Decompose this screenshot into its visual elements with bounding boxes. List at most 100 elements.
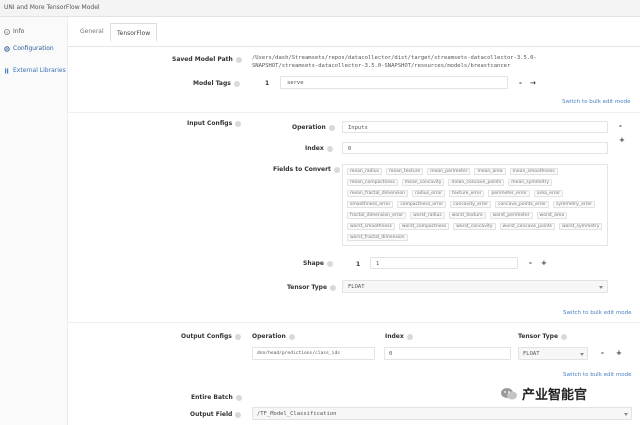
saved-model-path-line2[interactable]: SNAPSHOT/streamsets-datacollector-3.5.0-… — [252, 63, 510, 69]
add-output-config-button[interactable]: + — [616, 349, 622, 357]
sidebar-item-label: Info — [13, 28, 25, 35]
help-icon — [235, 394, 242, 401]
output-operation-header-text: Operation — [252, 333, 286, 340]
operation-label: Operation — [292, 124, 335, 131]
field-chip[interactable]: texture_error — [449, 190, 485, 197]
remove-shape-button[interactable]: - — [529, 259, 532, 267]
field-chip[interactable]: worst_symmetry — [559, 223, 603, 230]
tensor-type-value: FLOAT — [348, 284, 365, 290]
operation-label-text: Operation — [292, 124, 326, 131]
sidebar-item-info[interactable]: Info — [4, 28, 24, 35]
help-icon — [328, 124, 335, 131]
field-chip[interactable]: mean_perimeter — [427, 168, 471, 175]
field-chip[interactable]: worst_concavity — [453, 223, 496, 230]
field-chip[interactable]: worst_area — [536, 212, 568, 219]
shape-input[interactable]: 1 — [370, 257, 518, 269]
input-configs-bulk-edit-link[interactable]: Switch to bulk edit mode — [563, 310, 632, 316]
model-tags-input[interactable]: serve — [280, 76, 508, 89]
add-shape-button[interactable]: + — [541, 259, 547, 267]
divider — [68, 322, 640, 323]
field-chip[interactable]: mean_concavity — [401, 179, 445, 186]
remove-input-config-button[interactable]: - — [619, 122, 622, 130]
shape-label-text: Shape — [303, 260, 325, 267]
fields-to-convert-input[interactable]: mean_radius mean_texture mean_perimeter mea… — [342, 164, 608, 246]
remove-output-config-button[interactable]: - — [601, 349, 604, 357]
add-input-config-button[interactable]: + — [619, 136, 625, 144]
model-tags-index: 1 — [265, 80, 270, 87]
field-chip[interactable]: mean_concave_points — [448, 179, 505, 186]
divider — [68, 112, 640, 113]
field-chip[interactable]: worst_fractal_dimension — [347, 234, 408, 241]
field-chip[interactable]: fractal_dimension_error — [347, 212, 407, 219]
field-chip[interactable]: mean_fractal_dimension — [347, 190, 409, 197]
tensor-type-select[interactable]: FLOAT — [342, 280, 608, 293]
sidebar-item-configuration[interactable]: Configuration — [4, 45, 54, 52]
help-icon — [561, 333, 568, 340]
help-icon — [234, 333, 241, 340]
field-chip[interactable]: worst_radius — [410, 212, 445, 219]
output-tensor-type-select[interactable]: FLOAT — [518, 347, 588, 360]
output-field-select[interactable]: /TF_Model_Classification — [252, 407, 632, 420]
remove-tag-button[interactable]: - — [519, 79, 522, 87]
operation-value: Inputs — [348, 125, 368, 131]
field-chip[interactable]: compactness_error — [397, 201, 447, 208]
field-chip[interactable]: concave_points_error — [495, 201, 549, 208]
field-chip[interactable]: area_error — [533, 190, 564, 197]
field-chip[interactable]: perimeter_error — [488, 190, 530, 197]
tab-tensorflow[interactable]: TensorFlow — [110, 23, 158, 42]
saved-model-path-line1[interactable]: /Users/dash/Streamsets/repos/datacollect… — [252, 55, 537, 61]
output-configs-label: Output Configs — [181, 333, 241, 340]
field-chip[interactable]: mean_texture — [385, 168, 424, 175]
operation-input[interactable]: Inputs — [342, 121, 608, 133]
index-label-text: Index — [305, 145, 324, 152]
help-icon — [406, 333, 413, 340]
model-tags-label-text: Model Tags — [193, 80, 231, 87]
field-chip[interactable]: worst_compactness — [398, 223, 450, 230]
tab-bar: General TensorFlow — [68, 17, 640, 47]
model-tags-bulk-edit-link[interactable]: Switch to bulk edit mode — [562, 99, 631, 105]
field-chip[interactable]: mean_symmetry — [508, 179, 553, 186]
field-chip[interactable]: mean_area — [474, 168, 506, 175]
chevron-down-icon — [624, 413, 628, 416]
entire-batch-label: Entire Batch — [191, 394, 242, 401]
fields-to-convert-label: Fields to Convert — [273, 166, 340, 173]
output-configs-bulk-edit-link[interactable]: Switch to bulk edit mode — [563, 372, 632, 378]
model-tags-label: Model Tags — [193, 80, 240, 87]
output-field-value: /TF_Model_Classification — [257, 411, 337, 417]
sidebar-item-label: Configuration — [13, 45, 54, 52]
library-icon — [5, 68, 9, 73]
field-chip[interactable]: worst_perimeter — [489, 212, 533, 219]
output-index-input[interactable]: 0 — [384, 347, 511, 360]
shape-label: Shape — [303, 260, 334, 267]
chevron-down-icon — [599, 286, 603, 289]
help-icon — [235, 56, 242, 63]
tensor-type-label-text: Tensor Type — [287, 284, 328, 291]
tab-general[interactable]: General — [80, 28, 104, 35]
shape-index: 1 — [356, 261, 361, 268]
output-operation-input[interactable]: dnn/head/predictions/class_ids — [252, 347, 375, 360]
index-input[interactable]: 0 — [342, 142, 608, 154]
help-icon — [288, 333, 295, 340]
field-chip[interactable]: mean_radius — [347, 168, 382, 175]
field-chip[interactable]: concavity_error — [450, 201, 492, 208]
help-icon — [235, 411, 242, 418]
output-tensor-type-header: Tensor Type — [518, 333, 568, 340]
field-chip[interactable]: radius_error — [412, 190, 446, 197]
watermark-text: 产业智能官 — [522, 388, 588, 403]
field-chip[interactable]: symmetry_error — [553, 201, 595, 208]
field-chip[interactable]: worst_texture — [448, 212, 486, 219]
help-icon — [330, 284, 337, 291]
field-chip[interactable]: smoothness_error — [347, 201, 394, 208]
field-chip[interactable]: worst_concave_points — [499, 223, 555, 230]
entire-batch-label-text: Entire Batch — [191, 394, 233, 401]
field-chip[interactable]: worst_smoothness — [347, 223, 395, 230]
index-label: Index — [305, 145, 333, 152]
gear-icon — [4, 45, 10, 52]
help-icon — [233, 80, 240, 87]
field-chip[interactable]: mean_compactness — [347, 179, 398, 186]
tensor-type-label: Tensor Type — [287, 284, 337, 291]
field-chip[interactable]: mean_smoothness — [509, 168, 558, 175]
input-configs-label-text: Input Configs — [187, 120, 233, 127]
sidebar-item-external-libraries[interactable]: External Libraries — [4, 67, 66, 74]
add-tag-button[interactable]: → — [530, 79, 536, 87]
